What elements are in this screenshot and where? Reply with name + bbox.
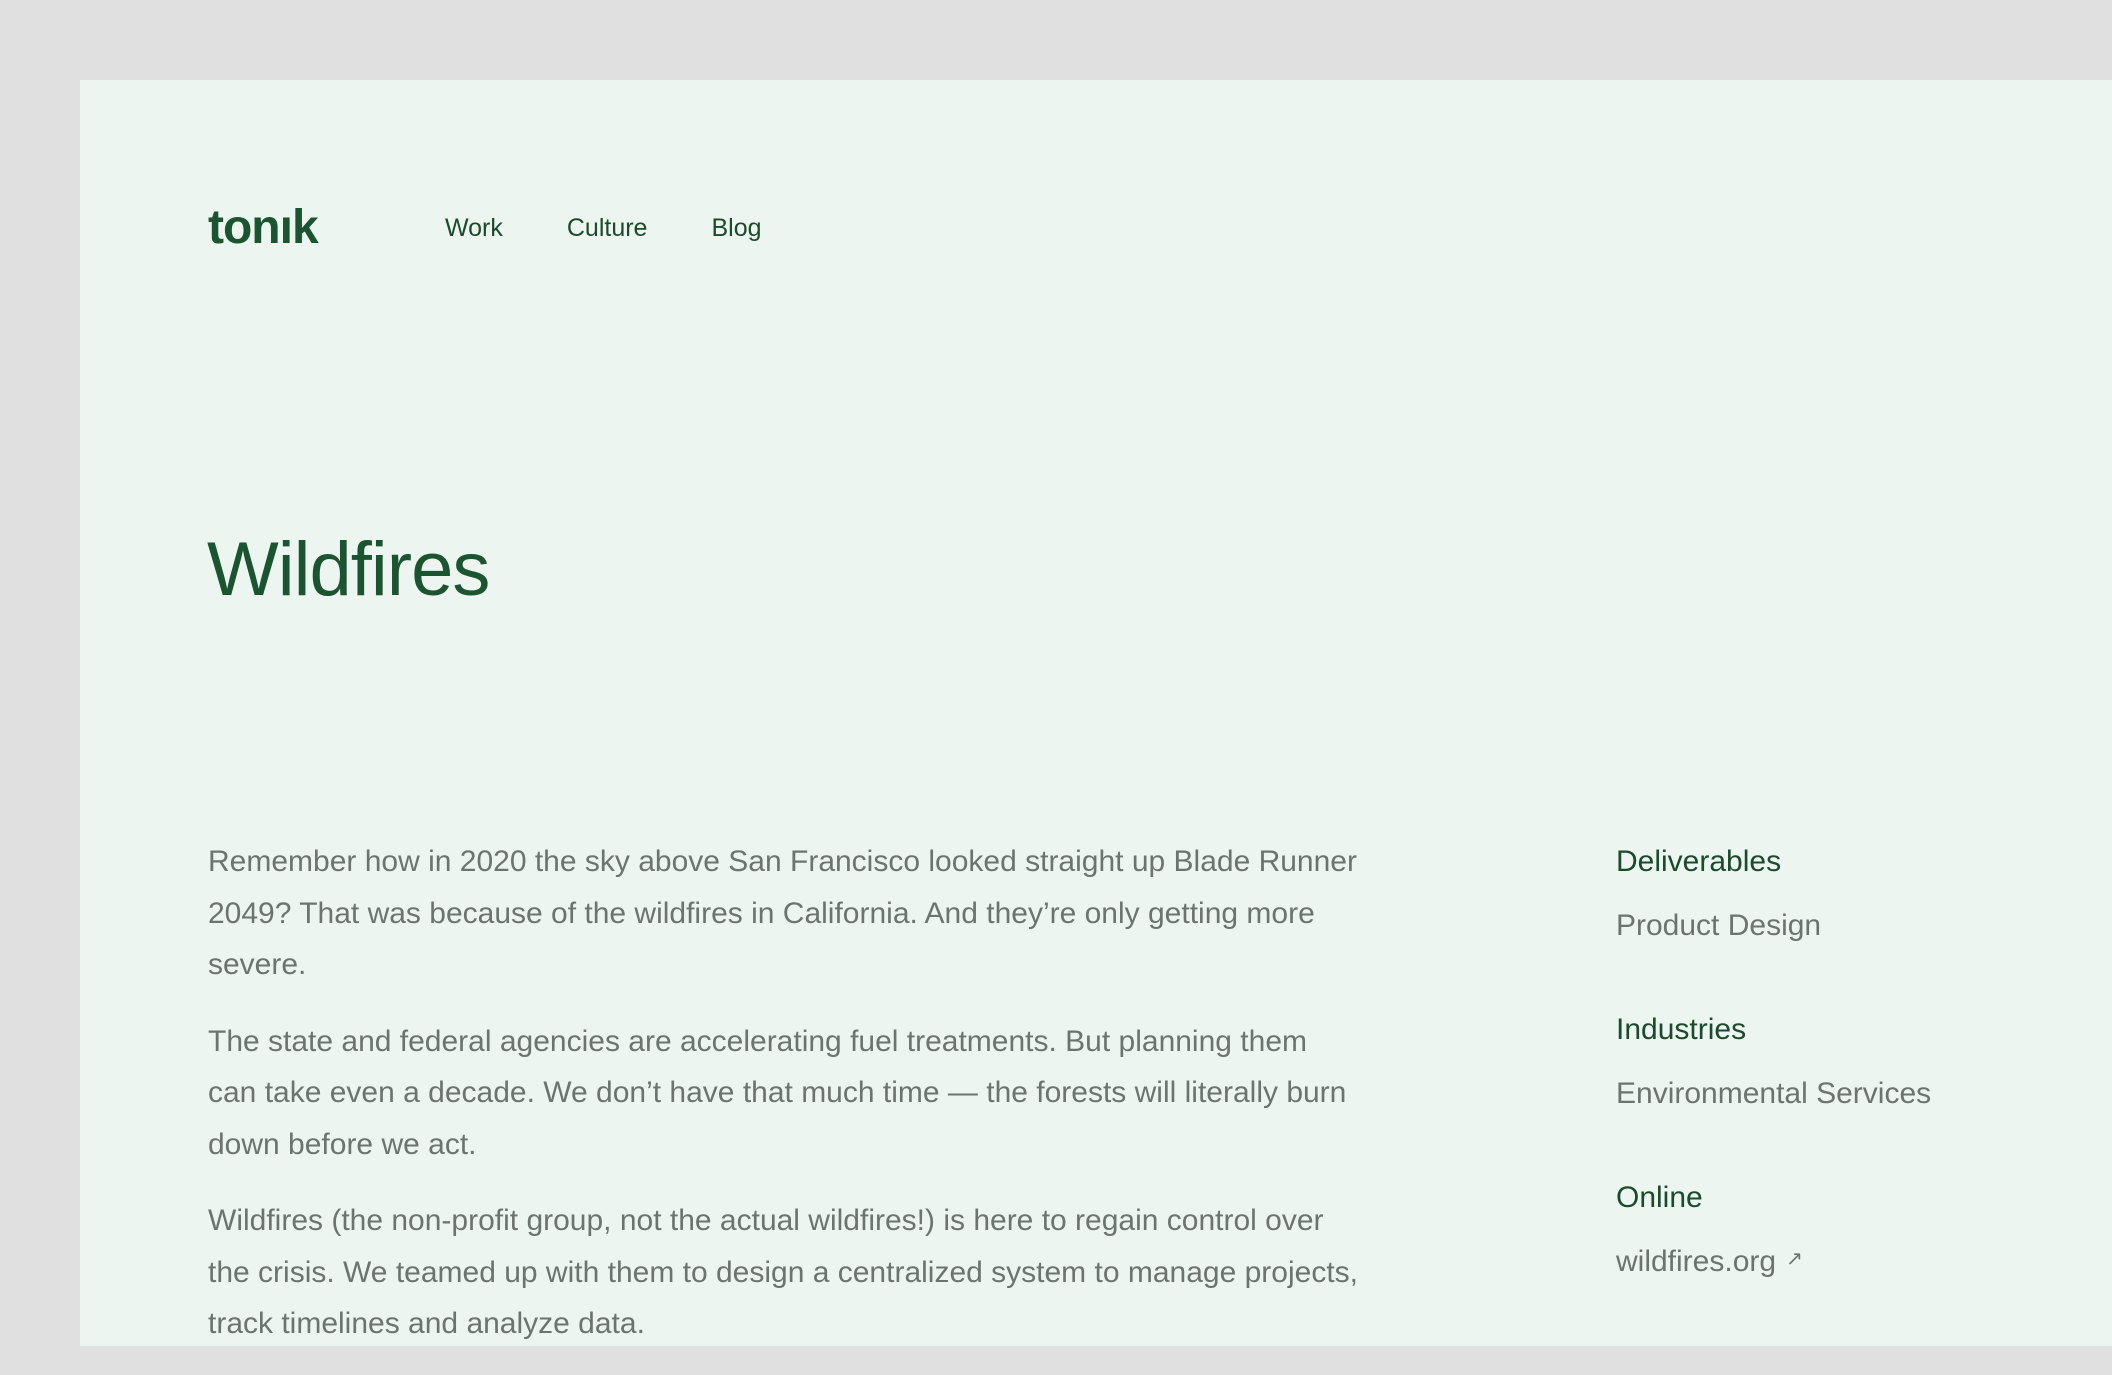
nav-culture[interactable]: Culture [567,215,648,241]
industries-value: Environmental Services [1616,1077,1932,1110]
project-meta: Deliverables Product Design Industries E… [1616,836,2036,1344]
nav-work[interactable]: Work [445,215,503,241]
deliverables-value: Product Design [1616,909,1822,942]
page-panel: tonık Work Culture Blog Wildfires Rememb… [80,80,2112,1346]
main-nav: Work Culture Blog [445,215,826,241]
nav-blog[interactable]: Blog [711,215,761,241]
page-title: Wildfires [207,527,490,612]
industries-group: Industries Environmental Services [1616,1004,2036,1119]
site-header: tonık Work Culture Blog [208,204,826,252]
case-study-description: Remember how in 2020 the sky above San F… [208,836,1358,1375]
online-group: Online wildfires.org ↗ [1616,1172,2036,1291]
deliverables-label: Deliverables [1616,845,1782,878]
tonik-logo[interactable]: tonık [208,204,445,252]
description-paragraph-1: Remember how in 2020 the sky above San F… [208,845,1357,981]
deliverables-group: Deliverables Product Design [1616,836,2036,951]
description-paragraph-3: Wildfires (the non-profit group, not the… [208,1204,1358,1340]
wildfires-website-link[interactable]: wildfires.org [1616,1245,1776,1278]
online-value: wildfires.org ↗ [1616,1236,2036,1291]
external-link-arrow-icon[interactable]: ↗ [1786,1234,1803,1285]
description-paragraph-2: The state and federal agencies are accel… [208,1024,1347,1161]
online-label: Online [1616,1181,1703,1214]
industries-label: Industries [1616,1013,1747,1046]
